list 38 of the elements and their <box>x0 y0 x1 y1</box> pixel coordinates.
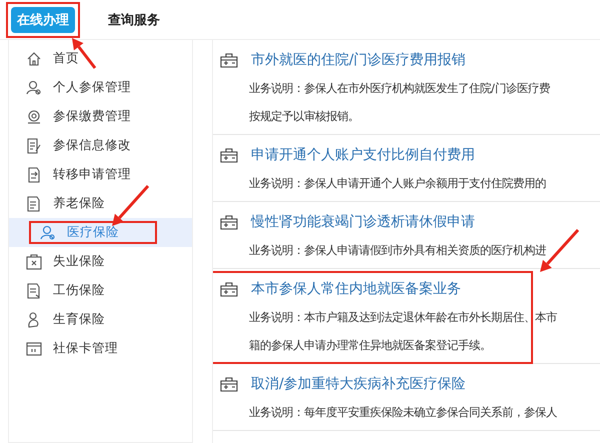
card-icon <box>25 340 43 358</box>
service-link[interactable]: 取消/参加重特大疾病补充医疗保险 <box>251 375 466 393</box>
sidebar-item[interactable]: 转移申请管理 <box>9 160 192 189</box>
sidebar-item[interactable]: 个人参保管理 <box>9 73 192 102</box>
service-link[interactable]: 慢性肾功能衰竭门诊透析请休假申请 <box>251 213 475 231</box>
arrow <box>112 185 150 226</box>
service-description: 业务说明：参保人申请请假到市外具有相关资质的医疗机构进 <box>249 242 546 259</box>
sidebar-item[interactable]: 失业保险 <box>9 247 192 276</box>
service-description: 业务说明：每年度平安重疾保险未确立参保合同关系前，参保人 <box>249 404 557 421</box>
person-icon <box>25 78 43 96</box>
person-icon <box>39 224 57 242</box>
briefcase-icon <box>25 252 43 270</box>
service-description: 籍的参保人申请办理常住异地就医备案登记手续。 <box>249 337 491 354</box>
medical-kit-icon <box>219 375 239 393</box>
sidebar-item[interactable]: 工伤保险 <box>9 276 192 305</box>
sidebar-item[interactable]: 社保卡管理 <box>9 334 192 363</box>
medical-kit-icon <box>219 146 239 164</box>
sidebar-item[interactable]: 首页 <box>9 44 192 73</box>
service-description: 业务说明：参保人在市外医疗机构就医发生了住院/门诊医疗费 <box>249 80 550 97</box>
service-link[interactable]: 市外就医的住院/门诊医疗费用报销 <box>251 51 466 69</box>
medical-kit-icon <box>219 213 239 231</box>
sidebar-item[interactable]: 参保缴费管理 <box>9 102 192 131</box>
highlight-frame: 医疗保险 <box>29 221 157 244</box>
service-description: 业务说明：参保人申请开通个人账户余额用于支付住院费用的 <box>249 175 546 192</box>
medical-kit-icon <box>219 280 239 298</box>
sidebar-item[interactable]: 参保信息修改 <box>9 131 192 160</box>
service-link[interactable]: 本市参保人常住内地就医备案业务 <box>251 280 461 298</box>
coin-icon <box>25 108 43 126</box>
medical-kit-icon <box>219 51 239 69</box>
sidebar-item[interactable]: 医疗保险 <box>9 218 192 247</box>
sidebar-item[interactable]: 养老保险 <box>9 189 192 218</box>
edit-document-icon <box>25 136 43 154</box>
service-description: 业务说明：本市户籍及达到法定退休年龄在市外长期居住、本市 <box>249 309 557 326</box>
service-link[interactable]: 申请开通个人账户支付比例自付费用 <box>251 146 475 164</box>
sidebar-item[interactable]: 生育保险 <box>9 305 192 334</box>
home-icon <box>25 50 43 68</box>
tab[interactable]: 查询服务 <box>102 6 166 32</box>
service-description: 按规定予以审核报销。 <box>249 108 359 125</box>
